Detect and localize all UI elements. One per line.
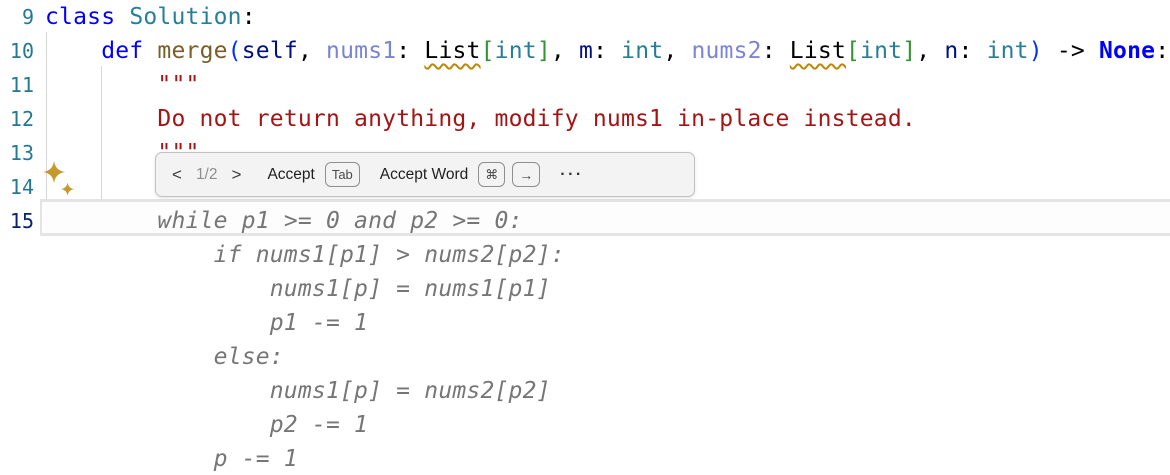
ghost-text: p2 -= 1 <box>45 408 368 442</box>
code-token: List <box>790 38 846 64</box>
code-token: def <box>101 38 143 64</box>
code-token <box>143 38 157 64</box>
line-number: 12 <box>0 102 34 136</box>
code-token: [ <box>846 38 860 64</box>
code-token <box>45 208 157 234</box>
code-token: None <box>1099 38 1155 64</box>
code-text[interactable]: while p1 >= 0 and p2 >= 0: <box>45 204 523 238</box>
code-token: : <box>958 38 986 64</box>
code-line: 9 class Solution: <box>0 0 1170 34</box>
code-token: : <box>1155 38 1169 64</box>
code-token: class <box>45 4 115 30</box>
ghost-text: while p1 >= 0 and p2 >= 0: <box>157 208 522 234</box>
code-token: , <box>916 38 944 64</box>
code-token: : <box>593 38 621 64</box>
line-number: 15 <box>0 204 34 238</box>
code-token: nums2 <box>691 38 761 64</box>
code-token: merge <box>157 38 227 64</box>
code-token: : <box>762 38 790 64</box>
code-token: int <box>621 38 663 64</box>
code-token: Do not return anything, modify nums1 in-… <box>157 106 916 132</box>
command-keycap: ⌘ <box>478 162 505 187</box>
ghost-code-line: nums1[p] = nums1[p1] <box>0 272 1170 306</box>
tab-keycap: Tab <box>325 162 360 187</box>
code-token: : <box>396 38 424 64</box>
code-token: n <box>944 38 958 64</box>
code-line: 12 Do not return anything, modify nums1 … <box>0 102 1170 136</box>
line-number: 10 <box>0 34 34 68</box>
code-text[interactable]: """ <box>45 68 200 102</box>
code-token: Solution <box>129 4 241 30</box>
inline-suggestion-toolbar: < 1/2 > Accept Tab Accept Word ⌘ → ··· <box>155 152 695 197</box>
code-token: ] <box>902 38 916 64</box>
code-text[interactable]: Do not return anything, modify nums1 in-… <box>45 102 916 136</box>
code-text[interactable]: def merge(self, nums1: List[int], m: int… <box>45 34 1169 68</box>
code-token: List <box>424 38 480 64</box>
suggestion-pagination: 1/2 <box>196 166 218 184</box>
code-token: , <box>551 38 579 64</box>
ghost-code-line: nums1[p] = nums2[p2] <box>0 374 1170 408</box>
previous-suggestion-button[interactable]: < <box>172 166 182 183</box>
ghost-code-line: p2 -= 1 <box>0 408 1170 442</box>
code-token: nums1 <box>326 38 396 64</box>
accept-button[interactable]: Accept <box>267 166 314 184</box>
code-token: : <box>242 4 256 30</box>
code-line: 15 while p1 >= 0 and p2 >= 0: <box>0 204 1170 238</box>
code-editor: 9class Solution:10 def merge(self, nums1… <box>0 0 1170 475</box>
ghost-text: if nums1[p1] > nums2[p2]: <box>45 238 565 272</box>
ai-sparkle-icon[interactable] <box>43 161 77 198</box>
code-token: , <box>298 38 326 64</box>
ghost-code-line: p -= 1 <box>0 442 1170 475</box>
ghost-text: nums1[p] = nums1[p1] <box>45 272 551 306</box>
ghost-text: p1 -= 1 <box>45 306 368 340</box>
code-token: int <box>987 38 1029 64</box>
accept-word-button[interactable]: Accept Word <box>380 166 468 184</box>
code-token: m <box>579 38 593 64</box>
code-token: """ <box>157 72 199 98</box>
code-token <box>45 106 157 132</box>
more-actions-button[interactable]: ··· <box>560 166 583 184</box>
ghost-code-line: p1 -= 1 <box>0 306 1170 340</box>
code-token: int <box>495 38 537 64</box>
line-number: 11 <box>0 68 34 102</box>
code-line: 10 def merge(self, nums1: List[int], m: … <box>0 34 1170 68</box>
line-number: 9 <box>0 0 34 34</box>
code-token: self <box>242 38 298 64</box>
code-token: ( <box>228 38 242 64</box>
line-number: 13 <box>0 136 34 170</box>
code-token <box>45 72 157 98</box>
code-line: 11 """ <box>0 68 1170 102</box>
code-token: ) <box>1029 38 1043 64</box>
ghost-code-line: if nums1[p1] > nums2[p2]: <box>0 238 1170 272</box>
ghost-text: nums1[p] = nums2[p2] <box>45 374 551 408</box>
code-token: , <box>663 38 691 64</box>
ghost-code-line: else: <box>0 340 1170 374</box>
code-token <box>115 4 129 30</box>
code-token: int <box>860 38 902 64</box>
ghost-text: else: <box>45 340 284 374</box>
code-token: ] <box>537 38 551 64</box>
right-arrow-keycap: → <box>512 162 540 187</box>
line-number: 14 <box>0 170 34 204</box>
code-token <box>45 38 101 64</box>
code-token: [ <box>481 38 495 64</box>
code-text[interactable]: class Solution: <box>45 0 256 34</box>
next-suggestion-button[interactable]: > <box>232 166 242 183</box>
ghost-text: p -= 1 <box>45 442 298 475</box>
code-token: -> <box>1043 38 1099 64</box>
